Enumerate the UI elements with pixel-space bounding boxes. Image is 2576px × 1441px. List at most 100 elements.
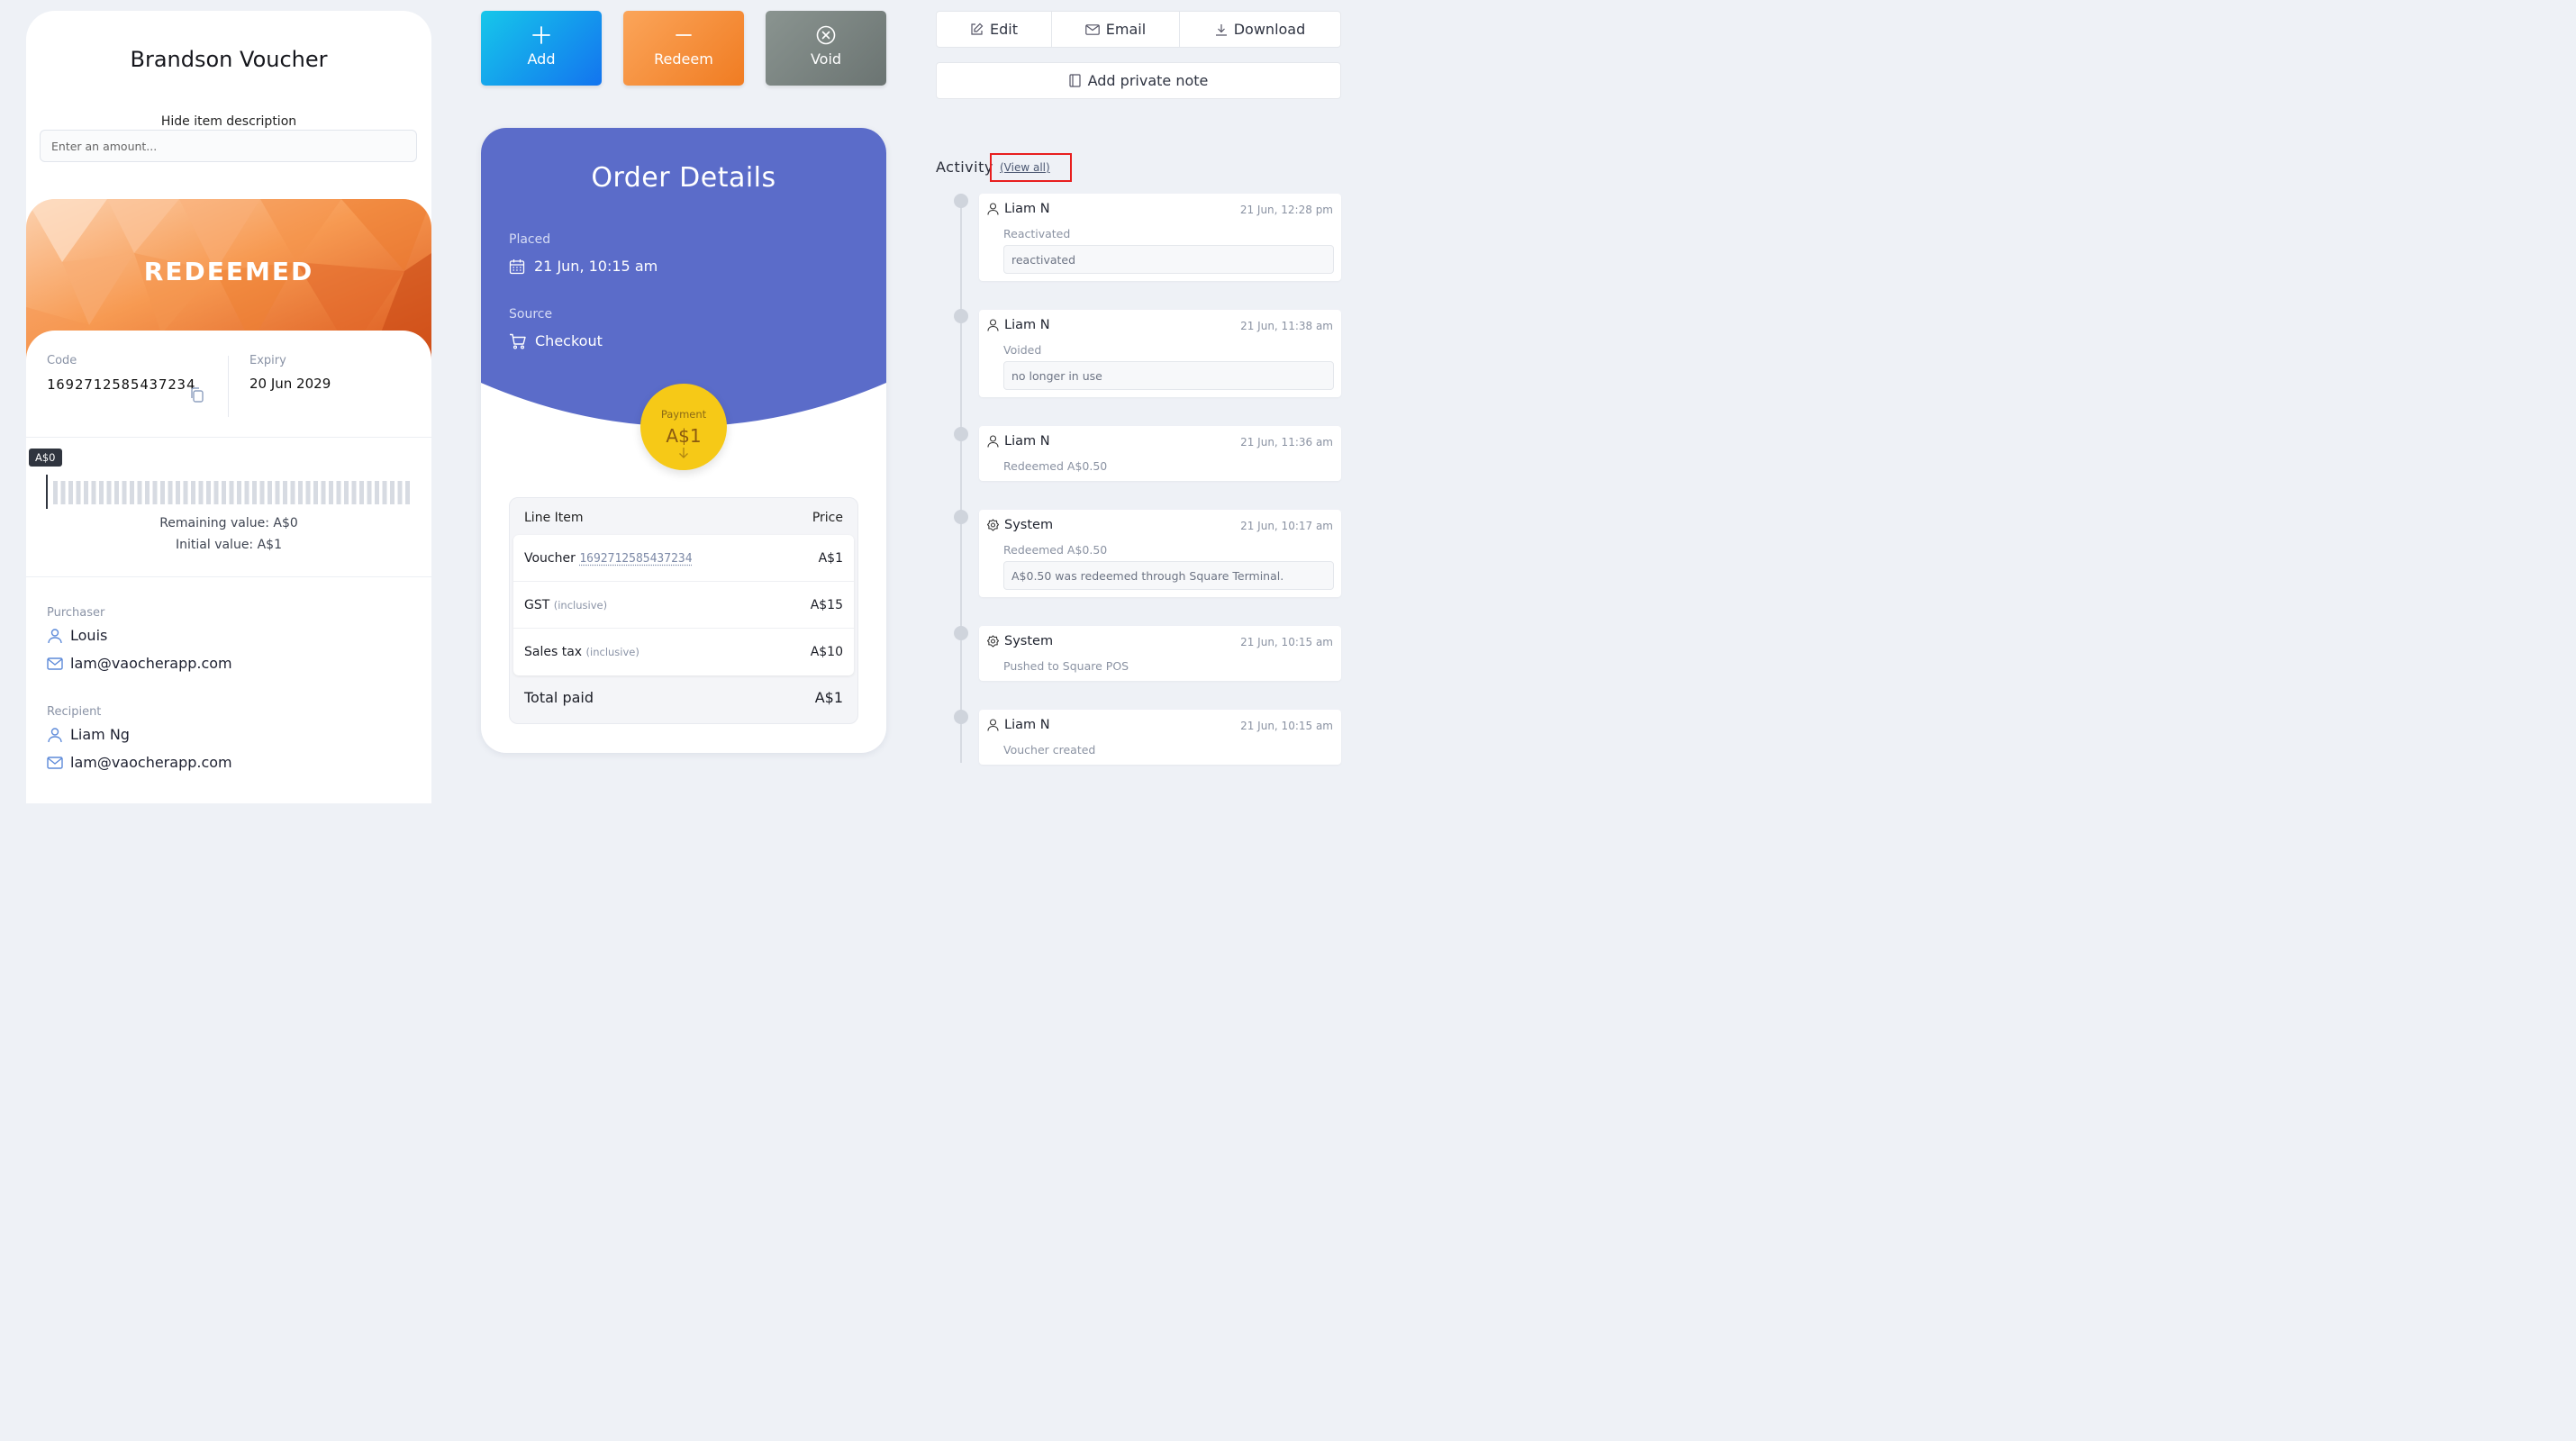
purchaser-label: Purchaser <box>47 606 105 620</box>
redeem-label: Redeem <box>654 50 713 68</box>
balance-cursor[interactable] <box>46 475 48 509</box>
email-button[interactable]: Email <box>1052 12 1180 47</box>
plus-icon <box>532 26 550 44</box>
amount-input[interactable] <box>40 130 417 162</box>
purchaser-name: Louis <box>70 627 108 644</box>
activity-entry: System 21 Jun, 10:17 am Redeemed A$0.50 A$0… <box>979 510 1341 597</box>
item-suffix: (inclusive) <box>585 646 639 658</box>
edit-button[interactable]: Edit <box>937 12 1052 47</box>
activity-user-name: System <box>1004 634 1054 648</box>
activity-time: 21 Jun, 10:15 am <box>1240 720 1333 732</box>
payment-label: Payment <box>660 408 707 421</box>
minus-icon <box>676 34 692 36</box>
source-row: Checkout <box>509 332 603 349</box>
activity-time: 21 Jun, 11:36 am <box>1240 436 1333 449</box>
activity-note: no longer in use <box>1003 361 1334 390</box>
recipient-email[interactable]: lam@vaocherapp.com <box>70 754 232 771</box>
recipient-name-row: Liam Ng <box>47 726 130 743</box>
source-label: Source <box>509 307 553 322</box>
add-button[interactable]: Add <box>481 11 602 86</box>
arrow-down-icon <box>679 448 688 458</box>
table-row: GST (inclusive) A$15 <box>513 582 854 629</box>
activity-entry: Liam N 21 Jun, 12:28 pm Reactivated reactiv… <box>979 194 1341 281</box>
voucher-info: Code 1692712585437234 Expiry 20 Jun 2029… <box>26 331 431 803</box>
code-label: Code <box>47 354 77 367</box>
total-row: Total paid A$1 <box>524 689 843 706</box>
recipient-name: Liam Ng <box>70 726 130 743</box>
gear-icon <box>987 519 999 531</box>
balance-slider[interactable] <box>53 481 410 504</box>
activity-note: reactivated <box>1003 245 1334 274</box>
activity-entry: Liam N 21 Jun, 10:15 am Voucher created <box>979 710 1341 765</box>
redeem-button[interactable]: Redeem <box>623 11 744 86</box>
cart-icon <box>510 333 526 349</box>
table-row: Sales tax (inclusive) A$10 <box>513 629 854 675</box>
remaining-value: Remaining value: A$0 <box>159 516 298 530</box>
activity-user: Liam N <box>987 202 1050 216</box>
status-label: REDEEMED <box>143 257 314 286</box>
divider <box>26 437 431 438</box>
download-icon <box>1215 23 1227 36</box>
void-button[interactable]: Void <box>766 11 886 86</box>
table-row: Voucher 1692712585437234 A$1 <box>513 535 854 582</box>
download-label: Download <box>1233 21 1306 38</box>
item-name: Voucher <box>524 550 576 566</box>
timeline-dot <box>954 427 968 441</box>
activity-entry: System 21 Jun, 10:15 am Pushed to Square P… <box>979 626 1341 681</box>
total-label: Total paid <box>524 689 594 706</box>
activity-timeline <box>960 194 962 763</box>
purchaser-name-row: Louis <box>47 627 107 644</box>
add-private-note-button[interactable]: Add private note <box>936 62 1341 99</box>
activity-user: System <box>987 518 1053 532</box>
copy-icon[interactable] <box>189 386 205 404</box>
order-title: Order Details <box>591 162 776 194</box>
activity-description: Pushed to Square POS <box>1003 659 1129 673</box>
activity-user-name: Liam N <box>1004 202 1050 216</box>
user-icon <box>48 727 62 742</box>
gear-icon <box>987 635 999 648</box>
line-items-body: Voucher 1692712585437234 A$1 GST (inclus… <box>513 535 854 675</box>
hide-description-link[interactable]: Hide item description <box>26 114 431 129</box>
mail-icon <box>47 657 63 670</box>
activity-title: Activity <box>936 159 993 176</box>
activity-time: 21 Jun, 12:28 pm <box>1239 204 1333 216</box>
item-name: GST <box>524 597 550 612</box>
activity-user-name: Liam N <box>1004 718 1050 732</box>
order-details-card: Order Details Placed 21 Jun, 10:15 am So… <box>481 128 886 753</box>
placed-row: 21 Jun, 10:15 am <box>509 258 658 275</box>
calendar-icon <box>509 258 525 274</box>
col-line-item: Line Item <box>524 511 584 525</box>
timeline-dot <box>954 194 968 208</box>
activity-description: Voucher created <box>1003 743 1096 757</box>
line-items-header: Line Item Price <box>524 511 843 525</box>
close-circle-icon <box>816 25 836 45</box>
add-label: Add <box>527 50 556 68</box>
activity-entry: Liam N 21 Jun, 11:38 am Voided no longer in… <box>979 310 1341 397</box>
user-icon <box>987 319 999 331</box>
divider <box>26 576 431 577</box>
activity-user: Liam N <box>987 434 1050 449</box>
user-icon <box>987 719 999 731</box>
activity-description: Reactivated <box>1003 227 1071 240</box>
expiry-label: Expiry <box>249 354 286 367</box>
edit-label: Edit <box>990 21 1018 38</box>
initial-value: Initial value: A$1 <box>176 538 282 552</box>
source-value: Checkout <box>535 332 603 349</box>
voucher-code-link[interactable]: 1692712585437234 <box>579 552 692 566</box>
mail-icon <box>47 756 63 769</box>
voucher-title: Brandson Voucher <box>130 47 328 72</box>
mail-icon <box>1084 23 1100 35</box>
user-icon <box>987 435 999 448</box>
notebook-icon <box>1069 74 1081 87</box>
purchaser-email[interactable]: lam@vaocherapp.com <box>70 655 232 672</box>
email-label: Email <box>1105 21 1147 38</box>
activity-time: 21 Jun, 10:17 am <box>1240 520 1333 532</box>
placed-label: Placed <box>509 232 551 247</box>
placed-value: 21 Jun, 10:15 am <box>534 258 658 275</box>
item-price: A$1 <box>818 550 843 566</box>
activity-note: A$0.50 was redeemed through Square Termi… <box>1003 561 1334 590</box>
void-label: Void <box>810 50 842 68</box>
item-name: Sales tax <box>524 645 583 659</box>
download-button[interactable]: Download <box>1180 12 1340 47</box>
activity-description: Voided <box>1003 343 1042 357</box>
